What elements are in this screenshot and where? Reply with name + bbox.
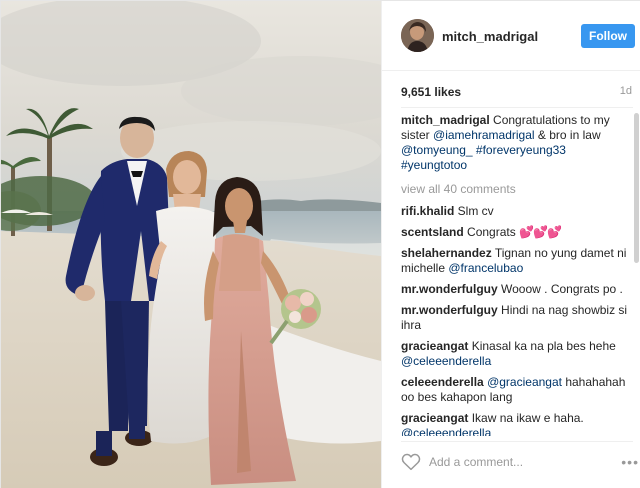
comments-scrollbar[interactable] (634, 113, 639, 436)
view-all-comments-link[interactable]: view all 40 comments (401, 182, 633, 197)
comment: mr.wonderfulguy Wooow . Congrats po . (401, 282, 633, 297)
comment-username[interactable]: mr.wonderfulguy (401, 303, 498, 317)
heart-icon[interactable] (401, 453, 421, 471)
comment-mention[interactable]: @celeeenderella (401, 354, 491, 368)
caption-mention[interactable]: @tomyeung_ (401, 143, 473, 157)
comment-text: Wooow . Congrats po . (497, 282, 623, 296)
avatar-image (401, 19, 434, 52)
post-caption: mitch_madrigal Congratulations to my sis… (401, 113, 633, 173)
comment: rifi.khalid Slm cv (401, 204, 633, 219)
comment-bar: Add a comment... ••• (401, 441, 638, 481)
comment-username[interactable]: rifi.khalid (401, 204, 454, 218)
comment-username[interactable]: celeeenderella (401, 375, 484, 389)
comment-username[interactable]: gracieangat (401, 339, 468, 353)
wedding-beach-photo (1, 1, 381, 488)
comment: mr.wonderfulguy Hindi na nag showbiz si … (401, 303, 633, 333)
post-header: mitch_madrigal Follow (382, 1, 640, 71)
post-photo[interactable] (1, 1, 381, 488)
comment: gracieangat Kinasal ka na pla bes hehe @… (401, 339, 633, 369)
likes-row: 9,651 likes 1d (382, 71, 640, 111)
comment-username[interactable]: scentsland (401, 225, 464, 239)
comment-mention[interactable]: @francelubao (448, 261, 523, 275)
divider (401, 107, 633, 108)
post-details-panel: mitch_madrigal Follow 9,651 likes 1d mit… (381, 1, 640, 488)
comment-text: Slm cv (454, 204, 494, 218)
caption-text: & bro in law (534, 128, 601, 142)
more-dots-icon[interactable]: ••• (621, 454, 639, 470)
heart-emoji-icon: 💕💕💕 (519, 225, 562, 239)
post-username[interactable]: mitch_madrigal (442, 29, 538, 44)
caption-hashtag[interactable]: #foreveryeung33 (476, 143, 566, 157)
comment-text: Kinasal ka na pla bes hehe (468, 339, 616, 353)
follow-button[interactable]: Follow (581, 24, 635, 48)
comment-mention[interactable]: @gracieangat (487, 375, 562, 389)
comment: gracieangat Ikaw na ikaw e haha. @celeee… (401, 411, 633, 436)
comment: shelahernandez Tignan no yung damet ni m… (401, 246, 633, 276)
caption-username[interactable]: mitch_madrigal (401, 113, 490, 127)
avatar[interactable] (401, 19, 434, 52)
comment: scentsland Congrats 💕💕💕 (401, 225, 633, 240)
post-time[interactable]: 1d (620, 85, 632, 97)
comment-username[interactable]: mr.wonderfulguy (401, 282, 498, 296)
likes-count[interactable]: 9,651 likes (401, 85, 461, 99)
caption-hashtag[interactable]: #yeungtotoo (401, 158, 467, 172)
comments-list[interactable]: mitch_madrigal Congratulations to my sis… (401, 113, 633, 436)
comment-text: Congrats (463, 225, 520, 239)
comment-mention[interactable]: @celeeenderella (401, 426, 491, 436)
comment-username[interactable]: shelahernandez (401, 246, 492, 260)
add-comment-input[interactable]: Add a comment... (429, 455, 523, 469)
comment: celeeenderella @gracieangat hahahahah oo… (401, 375, 633, 405)
instagram-post: mitch_madrigal Follow 9,651 likes 1d mit… (0, 0, 640, 488)
scrollbar-thumb[interactable] (634, 113, 639, 263)
caption-mention[interactable]: @iamehramadrigal (433, 128, 535, 142)
comment-username[interactable]: gracieangat (401, 411, 468, 425)
comment-text: Ikaw na ikaw e haha. (468, 411, 584, 425)
